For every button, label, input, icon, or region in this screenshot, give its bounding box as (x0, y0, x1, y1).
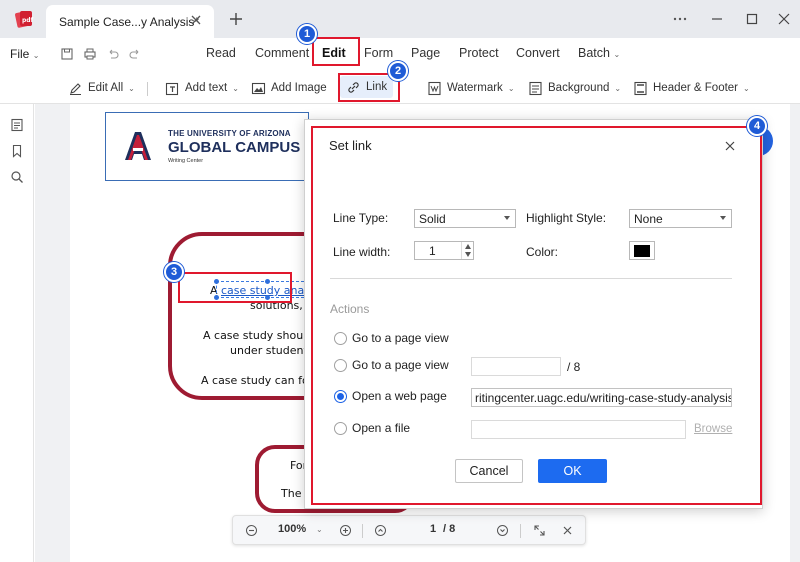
title-bar: pdf Sample Case...y Analysis* (0, 0, 800, 38)
document-header-logo: THE UNIVERSITY OF ARIZONA GLOBAL CAMPUS … (105, 112, 309, 181)
step-badge-4: 4 (747, 116, 767, 136)
watermark-label: Watermark (447, 82, 503, 94)
header-footer-icon (634, 81, 647, 95)
app-logo-icon: pdf (15, 11, 34, 28)
background-icon (529, 81, 542, 95)
close-icon[interactable] (189, 13, 203, 27)
zoom-bar-divider (362, 524, 363, 538)
university-logo-icon (125, 132, 151, 160)
print-icon[interactable] (83, 47, 97, 61)
save-icon[interactable] (60, 47, 74, 61)
more-options-icon[interactable] (672, 11, 688, 27)
add-image-button[interactable]: Add Image (251, 79, 327, 97)
next-page-icon[interactable] (496, 524, 509, 537)
logo-campus-name: GLOBAL CAMPUS (168, 139, 301, 156)
text-box-icon (165, 82, 179, 95)
edit-all-label: Edit All (88, 82, 124, 94)
step-badge-3: 3 (164, 262, 184, 282)
edit-all-button[interactable]: Edit All ⌄ (68, 79, 135, 97)
pen-icon (70, 82, 81, 95)
undo-icon[interactable] (106, 47, 120, 61)
window-close-icon[interactable] (776, 11, 792, 27)
menu-batch-label: Batch (578, 46, 610, 60)
svg-text:pdf: pdf (22, 17, 34, 24)
document-tab[interactable]: Sample Case...y Analysis* (46, 5, 214, 38)
left-sidebar (0, 104, 34, 562)
toolbar-divider (147, 82, 148, 96)
menu-convert[interactable]: Convert (516, 46, 560, 60)
watermark-icon (428, 81, 441, 95)
file-menu[interactable]: File ⌄ (10, 47, 39, 61)
add-text-label: Add text (185, 82, 228, 94)
background-label: Background (548, 82, 610, 94)
redo-icon[interactable] (128, 47, 142, 61)
add-text-button[interactable]: Add text ⌄ (165, 79, 239, 97)
zoom-out-icon[interactable] (245, 524, 258, 537)
total-pages: / 8 (443, 523, 456, 535)
bookmark-icon[interactable] (10, 144, 24, 158)
highlight-link-text (178, 272, 292, 303)
logo-university-name: THE UNIVERSITY OF ARIZONA (168, 129, 291, 138)
menu-form[interactable]: Form (364, 46, 393, 60)
zoom-dropdown-chevron[interactable]: ⌄ (316, 525, 323, 534)
logo-department: Writing Center (168, 158, 204, 164)
fit-page-icon[interactable] (533, 524, 546, 537)
file-menu-label: File (10, 47, 30, 61)
menu-comment[interactable]: Comment (255, 46, 309, 60)
close-zoom-bar-icon[interactable] (561, 524, 574, 537)
zoom-bar-divider (520, 524, 521, 538)
header-footer-button[interactable]: Header & Footer ⌄ (633, 79, 750, 97)
new-tab-plus-icon[interactable] (228, 11, 244, 27)
menu-read[interactable]: Read (206, 46, 236, 60)
thumbnails-icon[interactable] (10, 118, 24, 132)
highlight-set-link-dialog (311, 126, 762, 505)
previous-page-icon[interactable] (374, 524, 387, 537)
background-button[interactable]: Background ⌄ (528, 79, 621, 97)
current-page-number[interactable]: 1 (430, 523, 436, 535)
watermark-button[interactable]: Watermark ⌄ (427, 79, 515, 97)
image-icon (251, 82, 266, 94)
menu-page[interactable]: Page (411, 46, 440, 60)
menu-protect[interactable]: Protect (459, 46, 499, 60)
step-badge-1: 1 (297, 24, 317, 44)
zoom-in-icon[interactable] (339, 524, 352, 537)
header-footer-label: Header & Footer (653, 82, 739, 94)
zoom-bar: 100% ⌄ 1 / 8 (232, 515, 586, 545)
document-tab-title: Sample Case...y Analysis* (59, 15, 200, 29)
menu-batch[interactable]: Batch ⌄ (578, 46, 620, 60)
minimize-icon[interactable] (709, 11, 725, 27)
step-badge-2: 2 (388, 61, 408, 81)
zoom-level[interactable]: 100% (278, 523, 306, 535)
add-image-label: Add Image (271, 82, 327, 94)
search-icon[interactable] (10, 170, 24, 184)
maximize-icon[interactable] (744, 11, 760, 27)
highlight-edit-menu (312, 37, 360, 66)
